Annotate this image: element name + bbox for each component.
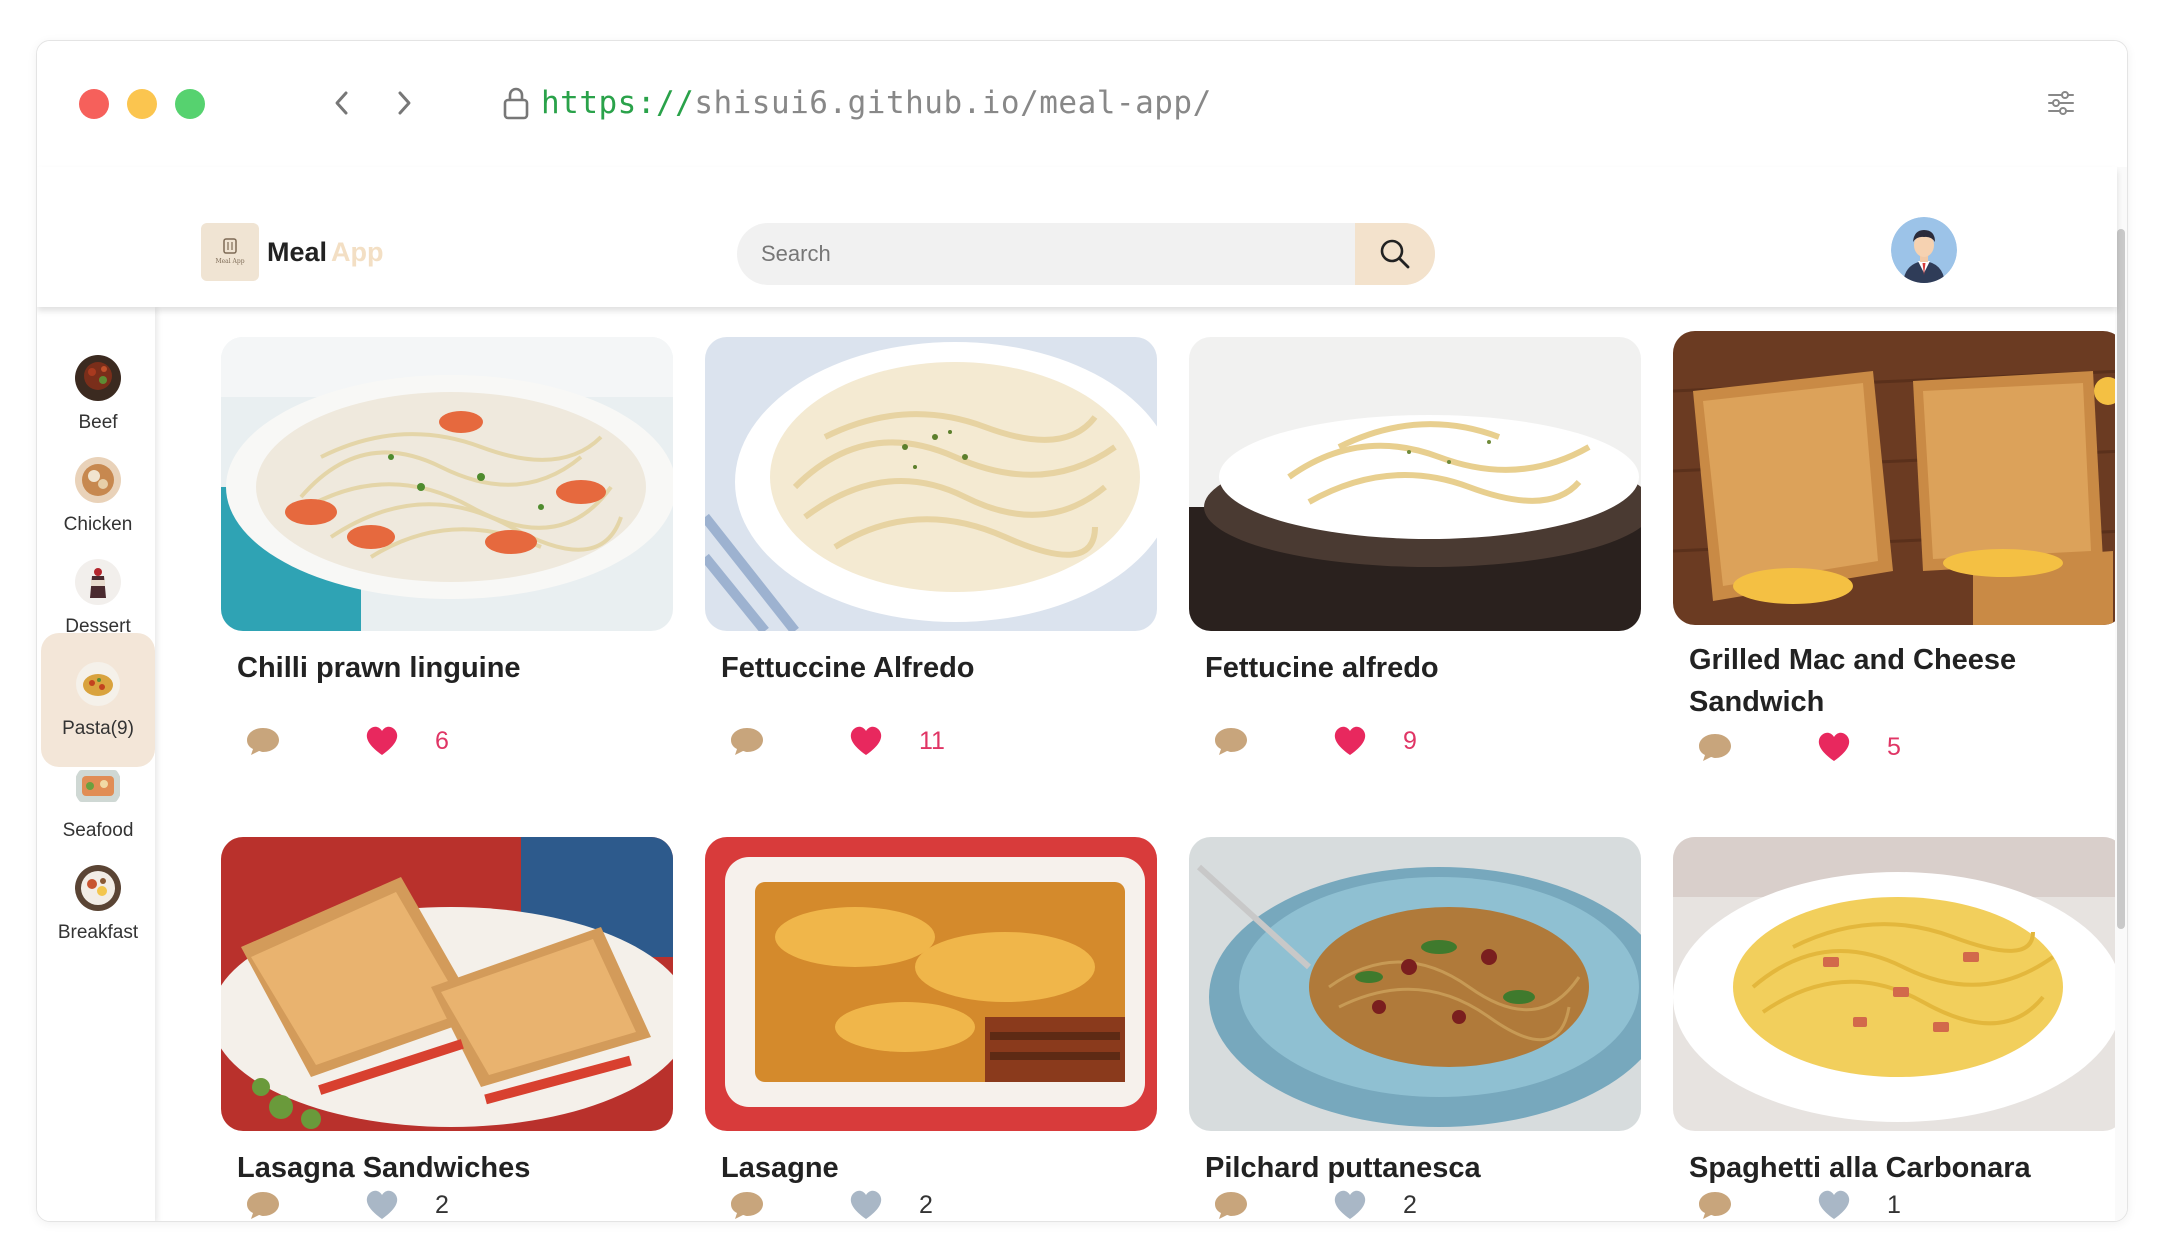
meal-card-grilled-mac-and-cheese-sandwich[interactable]: Grilled Mac and Cheese Sandwich 5 [1672,331,2126,761]
comment-icon[interactable] [1213,1189,1249,1221]
heart-icon[interactable] [1333,1189,1367,1221]
like-count: 5 [1887,732,1901,761]
heart-icon[interactable] [849,725,883,757]
meal-stats: 2 [245,1185,545,1221]
search-button[interactable] [1355,223,1435,285]
pasta-category-image [76,662,120,706]
scrollbar-thumb[interactable] [2117,229,2125,929]
like-count: 2 [1403,1190,1417,1219]
meal-stats: 11 [729,721,1029,761]
meal-image [1189,337,1654,631]
heart-icon[interactable] [1817,731,1851,763]
comment-icon[interactable] [245,725,281,757]
logo-text: Meal App [267,237,384,268]
meal-card-lasagne[interactable]: Lasagne 2 [705,837,1157,1219]
meal-card-fettucine-alfredo[interactable]: Fettucine alfredo 9 [1189,337,1654,755]
meal-card-pilchard-puttanesca[interactable]: Pilchard puttanesca 2 [1189,837,1669,1219]
meal-image [1189,837,1669,1131]
meal-image [1673,837,2125,1131]
meal-title[interactable]: Chilli prawn linguine [221,647,673,689]
meal-card-lasagna-sandwiches[interactable]: Lasagna Sandwiches 2 [211,837,691,1219]
meal-image [221,337,676,631]
dessert-category-image [75,559,121,605]
like-count: 6 [435,726,449,755]
logo-image: Meal App [201,223,259,281]
comment-icon[interactable] [1213,725,1249,757]
meal-image [701,337,1175,635]
browser-window: https://shisui6.github.io/meal-app/ Meal… [36,40,2128,1222]
heart-icon[interactable] [1333,725,1367,757]
meal-image [211,837,691,1131]
search-icon [1380,239,1410,269]
meal-title[interactable]: Fettucine alfredo [1189,647,1641,689]
app-logo[interactable]: Meal App Meal App [201,223,384,281]
like-count: 9 [1403,726,1417,755]
sidebar-item-label: Breakfast [57,922,139,943]
comment-icon[interactable] [1697,1189,1733,1221]
meal-image [1672,331,2126,625]
meal-card-chilli-prawn-linguine[interactable]: Chilli prawn linguine 6 [221,337,676,755]
meal-title[interactable]: Lasagne [705,1147,1157,1189]
address-bar[interactable]: https://shisui6.github.io/meal-app/ [501,81,1212,125]
comment-icon[interactable] [1697,731,1733,763]
meal-stats: 2 [1213,1185,1513,1221]
minimize-window-button[interactable] [127,89,157,119]
like-count: 2 [919,1190,933,1219]
search-bar [737,223,1435,285]
url-path: shisui6.github.io/meal-app/ [694,85,1212,121]
sidebar-item-breakfast[interactable]: Breakfast [41,837,155,971]
heart-icon[interactable] [849,1189,883,1221]
heart-icon[interactable] [1817,1189,1851,1221]
meal-stats: 5 [1697,727,1997,767]
meal-title[interactable]: Grilled Mac and Cheese Sandwich [1673,639,2125,723]
seafood-category-image [76,770,120,802]
lock-icon [503,87,529,120]
meal-title[interactable]: Pilchard puttanesca [1189,1147,1641,1189]
url-text: https://shisui6.github.io/meal-app/ [541,85,1212,121]
settings-sliders-icon[interactable] [2045,87,2077,119]
beef-category-image [75,355,121,401]
meal-title[interactable]: Fettuccine Alfredo [705,647,1157,689]
forward-arrow-icon[interactable] [389,85,419,121]
category-sidebar: Beef Chicken Dessert Pasta(9) Seafood Br… [37,307,155,1221]
url-scheme: https:// [541,85,695,121]
app-header: Meal App Meal App [37,167,2117,307]
like-count: 1 [1887,1190,1901,1219]
logo-word-app: App [331,236,384,267]
meal-stats: 2 [729,1185,1029,1221]
meal-grid: Chilli prawn linguine 6 Fettuccine Alfre… [155,307,2126,1221]
logo-word-meal: Meal [267,236,328,267]
meal-stats: 9 [1213,721,1513,761]
comment-icon[interactable] [729,725,765,757]
heart-icon[interactable] [365,1189,399,1221]
search-input[interactable] [737,223,1355,285]
maximize-window-button[interactable] [175,89,205,119]
meal-stats: 1 [1697,1185,1997,1221]
close-window-button[interactable] [79,89,109,119]
page-scrollbar[interactable] [2115,167,2127,1221]
heart-icon[interactable] [365,725,399,757]
meal-title[interactable]: Spaghetti alla Carbonara [1673,1147,2125,1189]
like-count: 11 [919,726,945,755]
back-arrow-icon[interactable] [327,85,357,121]
meal-card-spaghetti-alla-carbonara[interactable]: Spaghetti alla Carbonara 1 [1673,837,2125,1219]
comment-icon[interactable] [729,1189,765,1221]
meal-stats: 6 [245,721,545,761]
user-avatar[interactable] [1891,217,1957,283]
meal-card-fettuccine-alfredo[interactable]: Fettuccine Alfredo 11 [701,337,1175,755]
breakfast-category-image [75,865,121,911]
chicken-category-image [75,457,121,503]
browser-chrome: https://shisui6.github.io/meal-app/ [37,41,2127,167]
like-count: 2 [435,1190,449,1219]
meal-image [705,837,1157,1131]
meal-title[interactable]: Lasagna Sandwiches [221,1147,673,1189]
logo-box-text: Meal App [215,258,244,265]
comment-icon[interactable] [245,1189,281,1221]
